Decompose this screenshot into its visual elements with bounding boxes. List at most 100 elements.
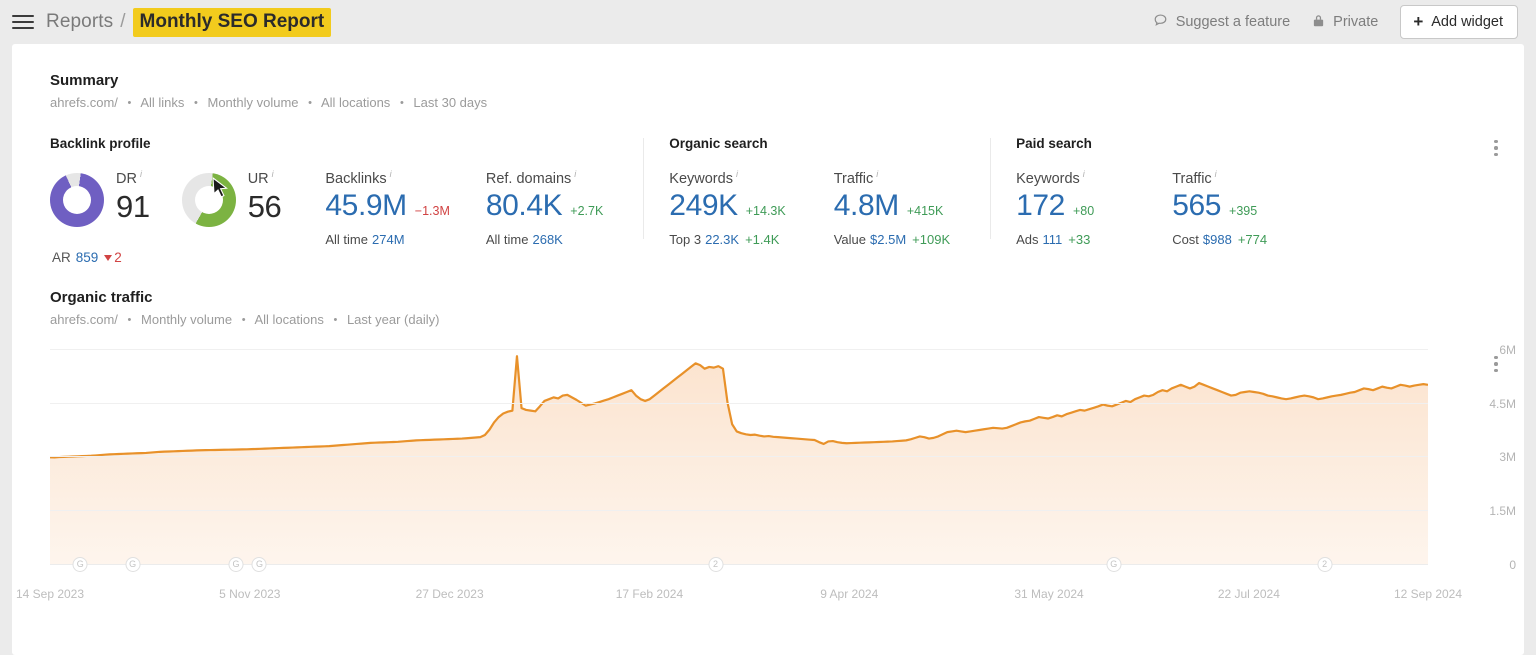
domain-rating-metric: DRi 91 AR8592: [50, 169, 182, 247]
ref-domains-alltime-label: All time: [486, 232, 529, 247]
organic-traffic-metric: Traffici 4.8M +415K Value$2.5M+109K: [834, 169, 990, 247]
breadcrumb-separator: /: [120, 11, 125, 33]
lock-icon: [1312, 13, 1325, 32]
summary-widget-header: Summary ahrefs.com/ • All links • Monthl…: [12, 44, 1524, 110]
chart-gridline: [50, 510, 1428, 511]
summary-subtitle-locations: All locations: [321, 95, 390, 110]
chart-gridline: [50, 403, 1428, 404]
organic-keywords-top3-value[interactable]: 22.3K: [705, 232, 739, 247]
info-icon[interactable]: i: [1083, 169, 1085, 179]
chart-event-marker[interactable]: G: [73, 557, 88, 572]
chart-event-marker[interactable]: G: [252, 557, 267, 572]
paid-cost-label: Cost: [1172, 232, 1199, 247]
organic-traffic-value-label: Value: [834, 232, 866, 247]
ot-subtitle-range: Last year (daily): [347, 312, 439, 327]
organic-traffic-chart[interactable]: 01.5M3M4.5M6M 14 Sep 20235 Nov 202327 De…: [12, 349, 1524, 604]
info-icon[interactable]: i: [390, 169, 392, 179]
summary-subtitle-volume: Monthly volume: [208, 95, 299, 110]
chart-x-tick-label: 17 Feb 2024: [616, 587, 683, 601]
organic-traffic-label: Traffici: [834, 169, 950, 187]
chart-y-tick-label: 1.5M: [1446, 504, 1516, 518]
ahrefs-rank-row: AR8592: [50, 250, 122, 265]
paid-keywords-label: Keywordsi: [1016, 169, 1094, 187]
ref-domains-value[interactable]: 80.4K: [486, 189, 562, 223]
summary-subtitle-links: All links: [140, 95, 184, 110]
info-icon[interactable]: i: [1215, 169, 1217, 179]
report-card: Summary ahrefs.com/ • All links • Monthl…: [12, 44, 1524, 655]
domain-rating-value: 91: [116, 189, 150, 225]
speech-bubble-icon: [1153, 13, 1168, 32]
chart-y-tick-label: 6M: [1446, 343, 1516, 357]
backlinks-alltime-value[interactable]: 274M: [372, 232, 405, 247]
organic-keywords-label: Keywordsi: [669, 169, 785, 187]
summary-subtitle-range: Last 30 days: [413, 95, 487, 110]
sep-dot: •: [128, 314, 132, 326]
chart-event-marker[interactable]: 2: [708, 557, 723, 572]
ref-domains-label-text: Ref. domains: [486, 171, 571, 187]
chart-event-marker[interactable]: G: [125, 557, 140, 572]
sep-dot: •: [242, 314, 246, 326]
domain-rating-donut: [50, 173, 104, 227]
top-bar-actions: Suggest a feature Private + Add widget: [1153, 5, 1518, 39]
trend-down-icon: [104, 255, 112, 261]
paid-traffic-metric: Traffici 565 +395 Cost$988+774: [1172, 169, 1281, 247]
paid-ads-row: Ads111+33: [1016, 232, 1094, 247]
breadcrumb-reports[interactable]: Reports: [46, 11, 113, 33]
organic-traffic-widget-title: Organic traffic: [50, 289, 1524, 306]
ahrefs-rank-value[interactable]: 859: [76, 250, 99, 265]
summary-metrics: Backlink profile DRi 91 AR8592: [12, 110, 1524, 247]
paid-keywords-delta: +80: [1073, 204, 1094, 218]
organic-keywords-label-text: Keywords: [669, 171, 733, 187]
organic-traffic-header: Organic traffic ahrefs.com/ • Monthly vo…: [12, 265, 1524, 327]
organic-search-group: Organic search Keywordsi 249K +14.3K Top…: [643, 136, 990, 247]
suggest-a-feature-button[interactable]: Suggest a feature: [1153, 13, 1290, 32]
chart-event-marker[interactable]: G: [1106, 557, 1121, 572]
summary-widget-menu[interactable]: [1482, 134, 1510, 162]
backlink-profile-title: Backlink profile: [50, 136, 643, 151]
info-icon[interactable]: i: [876, 169, 878, 179]
summary-title: Summary: [50, 72, 1524, 89]
ref-domains-alltime-value[interactable]: 268K: [532, 232, 562, 247]
add-widget-button[interactable]: + Add widget: [1400, 5, 1518, 39]
organic-traffic-value[interactable]: 4.8M: [834, 189, 899, 223]
chart-x-tick-label: 12 Sep 2024: [1394, 587, 1462, 601]
chart-gridline: [50, 349, 1428, 350]
chart-plot-area[interactable]: [50, 349, 1428, 564]
url-rating-metric: URi 56: [182, 169, 326, 247]
ahrefs-rank-delta: 2: [114, 250, 122, 265]
info-icon[interactable]: i: [140, 169, 142, 179]
organic-traffic-value-amount[interactable]: $2.5M: [870, 232, 906, 247]
ur-label-text: UR: [248, 171, 269, 187]
paid-cost-delta: +774: [1238, 232, 1267, 247]
paid-search-title: Paid search: [1016, 136, 1281, 151]
hamburger-icon[interactable]: [12, 11, 34, 33]
info-icon[interactable]: i: [574, 169, 576, 179]
backlinks-value[interactable]: 45.9M: [325, 189, 406, 223]
chart-event-marker[interactable]: 2: [1317, 557, 1332, 572]
chart-event-marker[interactable]: G: [229, 557, 244, 572]
paid-traffic-value[interactable]: 565: [1172, 189, 1221, 223]
info-icon[interactable]: i: [272, 169, 274, 179]
privacy-toggle[interactable]: Private: [1312, 13, 1378, 32]
paid-cost-value[interactable]: $988: [1203, 232, 1232, 247]
backlinks-alltime-row: All time 274M: [325, 232, 449, 247]
dr-label-text: DR: [116, 171, 137, 187]
backlinks-label: Backlinks i: [325, 169, 449, 187]
paid-ads-value[interactable]: 111: [1043, 232, 1063, 247]
organic-keywords-value[interactable]: 249K: [669, 189, 737, 223]
sep-dot: •: [400, 97, 404, 109]
backlinks-label-text: Backlinks: [325, 171, 386, 187]
chart-x-tick-label: 31 May 2024: [1014, 587, 1083, 601]
info-icon[interactable]: i: [736, 169, 738, 179]
breadcrumb-current-report[interactable]: Monthly SEO Report: [133, 8, 332, 37]
organic-traffic-subtitle: ahrefs.com/ • Monthly volume • All locat…: [50, 312, 1524, 327]
backlinks-metric: Backlinksi 45.9M −1.3M All time274M: [325, 169, 485, 247]
backlinks-alltime-label: All time: [325, 232, 368, 247]
paid-search-group: Paid search Keywordsi 172 +80 Ads111+33: [990, 136, 1281, 247]
ref-domains-alltime-row: All time268K: [486, 232, 603, 247]
paid-ads-label: Ads: [1016, 232, 1038, 247]
paid-keywords-value[interactable]: 172: [1016, 189, 1065, 223]
ot-subtitle-locations: All locations: [254, 312, 323, 327]
suggest-a-feature-label: Suggest a feature: [1176, 14, 1290, 30]
summary-subtitle: ahrefs.com/ • All links • Monthly volume…: [50, 95, 1524, 110]
